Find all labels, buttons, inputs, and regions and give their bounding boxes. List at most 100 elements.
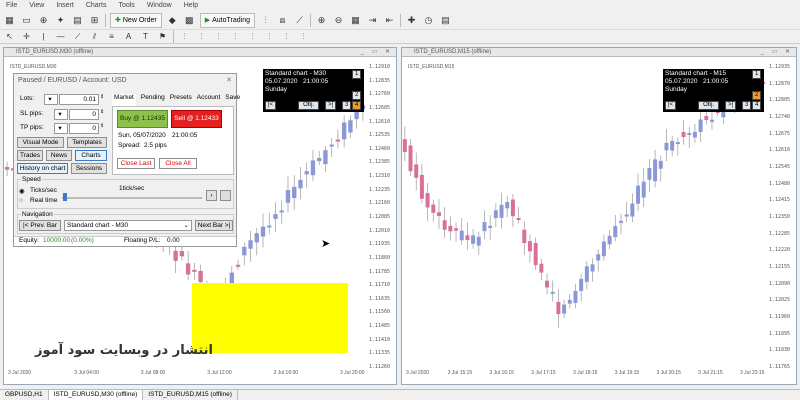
tab-presets[interactable]: Presets [170, 94, 192, 106]
channel-icon[interactable]: ⫽ [88, 32, 101, 42]
new-order-button[interactable]: ✚ New Order [110, 12, 162, 28]
lots-stepper-icon[interactable]: ⇕ [100, 94, 104, 100]
charts-button[interactable]: Charts [75, 150, 107, 161]
zoom-out-icon[interactable]: ⊖ [332, 14, 345, 27]
prev-bar-button[interactable]: |< Prev. Bar [19, 220, 61, 231]
period-m30-icon[interactable]: ⫶ [229, 32, 242, 42]
hud-button-1[interactable]: 1 [352, 70, 362, 79]
sl-dropdown[interactable]: ▾ [54, 109, 68, 120]
hud-objects-button[interactable]: Obj. [698, 101, 720, 110]
options-icon[interactable]: ▩ [183, 14, 196, 27]
menu-file[interactable]: File [6, 2, 17, 9]
navigator-icon[interactable]: ✦ [54, 14, 67, 27]
arrows-icon[interactable]: ⚑ [156, 32, 169, 42]
menu-charts[interactable]: Charts [86, 2, 107, 9]
speed-slider-thumb[interactable] [63, 193, 67, 201]
pause-button[interactable] [220, 190, 231, 201]
hud-button-2[interactable]: 2 [752, 91, 762, 100]
menu-view[interactable]: View [29, 2, 44, 9]
menu-insert[interactable]: Insert [56, 2, 74, 9]
trendline-icon[interactable]: ⟋ [71, 32, 84, 42]
hud-first-button[interactable]: |< [265, 101, 277, 110]
history-on-chart-button[interactable]: History on chart [17, 163, 68, 174]
sl-stepper-icon[interactable]: ⇕ [100, 109, 104, 115]
chart-shift-icon[interactable]: ⇥ [366, 14, 379, 27]
fibonacci-icon[interactable]: ≡ [105, 32, 118, 42]
period-h4-icon[interactable]: ⫶ [263, 32, 276, 42]
trades-button[interactable]: Trades [17, 150, 43, 161]
close-all-button[interactable]: Close All [159, 158, 197, 169]
hud-last-button[interactable]: >| [325, 101, 337, 110]
hud-button-4[interactable]: 4 [752, 101, 762, 110]
tp-stepper-icon[interactable]: ⇕ [100, 123, 104, 129]
simulator-close-icon[interactable]: ✕ [226, 76, 232, 84]
period-w1-icon[interactable]: ⫶ [297, 32, 310, 42]
buy-button[interactable]: Buy @ 1.12435 [117, 110, 168, 128]
market-watch-icon[interactable]: ⊕ [37, 14, 50, 27]
terminal-icon[interactable]: ▤ [71, 14, 84, 27]
hud-button-3[interactable]: 3 [342, 101, 352, 110]
menu-window[interactable]: Window [147, 2, 172, 9]
hud-button-2[interactable]: 2 [352, 91, 362, 100]
menu-help[interactable]: Help [184, 2, 198, 9]
vertical-line-icon[interactable]: | [37, 32, 50, 42]
tab-eurusd-m15[interactable]: ISTD_EURUSD,M15 (offline) [143, 390, 238, 400]
period-h1-icon[interactable]: ⫶ [246, 32, 259, 42]
new-chart-icon[interactable]: ▦ [3, 14, 16, 27]
period-m15-icon[interactable]: ⫶ [212, 32, 225, 42]
tab-account[interactable]: Account [197, 94, 221, 106]
tab-market[interactable]: Market [112, 94, 136, 106]
ticks-radio[interactable]: ◉ [19, 187, 25, 195]
horizontal-line-icon[interactable]: — [54, 32, 67, 42]
tab-gbpusd-h1[interactable]: GBPUSD,H1 [0, 390, 49, 400]
window-controls[interactable]: _ ▭ ✕ [361, 48, 393, 57]
tp-dropdown[interactable]: ▾ [54, 123, 68, 134]
hud-first-button[interactable]: |< [665, 101, 677, 110]
lots-input[interactable]: 0.01 [59, 94, 99, 105]
tp-input[interactable]: 0 [69, 123, 99, 134]
period-m5-icon[interactable]: ⫶ [195, 32, 208, 42]
next-bar-button[interactable]: Next Bar >| [195, 220, 233, 231]
metaeditor-icon[interactable]: ◆ [166, 14, 179, 27]
hud-last-button[interactable]: >| [725, 101, 737, 110]
cursor-icon[interactable]: ↖ [3, 32, 16, 42]
tab-pending[interactable]: Pending [141, 94, 165, 106]
zoom-in-icon[interactable]: ⊕ [315, 14, 328, 27]
autotrading-button[interactable]: ▶ AutoTrading [199, 12, 255, 28]
text-icon[interactable]: A [122, 32, 135, 42]
sl-input[interactable]: 0 [69, 109, 99, 120]
hud-button-4[interactable]: 4 [352, 101, 362, 110]
tester-icon[interactable]: ⊞ [88, 14, 101, 27]
hud-button-3[interactable]: 3 [742, 101, 752, 110]
realtime-radio[interactable]: ○ [19, 197, 23, 204]
chart-select-dropdown[interactable]: Standard chart - M30 ⌄ [64, 220, 192, 231]
candle-chart-icon[interactable]: ⧈ [276, 14, 289, 27]
window-controls[interactable]: _ ▭ ✕ [761, 48, 793, 57]
close-last-button[interactable]: Close Last [117, 158, 155, 169]
visual-mode-button[interactable]: Visual Mode [17, 137, 64, 148]
tab-eurusd-m30[interactable]: ISTD_EURUSD,M30 (offline) [48, 390, 144, 400]
hud-button-1[interactable]: 1 [752, 70, 762, 79]
step-forward-button[interactable]: › [206, 190, 217, 201]
label-icon[interactable]: T [139, 32, 152, 42]
periods-icon[interactable]: ◷ [422, 14, 435, 27]
speed-slider[interactable] [62, 197, 202, 199]
period-d1-icon[interactable]: ⫶ [280, 32, 293, 42]
tab-save[interactable]: Save [225, 94, 240, 106]
templates-button[interactable]: Templates [67, 137, 107, 148]
indicators-icon[interactable]: ✚ [405, 14, 418, 27]
hud-objects-button[interactable]: Obj. [298, 101, 320, 110]
bar-chart-icon[interactable]: ⫶ [259, 14, 272, 27]
crosshair-icon[interactable]: ✛ [20, 32, 33, 42]
autoscroll-icon[interactable]: ⇤ [383, 14, 396, 27]
line-chart-icon[interactable]: ⟋ [293, 14, 306, 27]
menu-tools[interactable]: Tools [118, 2, 134, 9]
profiles-icon[interactable]: ▭ [20, 14, 33, 27]
tile-windows-icon[interactable]: ▦ [349, 14, 362, 27]
sell-button[interactable]: Sell @ 1.12433 [171, 110, 222, 128]
lots-dropdown[interactable]: ▾ [44, 94, 58, 105]
sessions-button[interactable]: Sessions [71, 163, 107, 174]
period-m1-icon[interactable]: ⫶ [178, 32, 191, 42]
news-button[interactable]: News [46, 150, 72, 161]
templates-icon[interactable]: ▤ [439, 14, 452, 27]
